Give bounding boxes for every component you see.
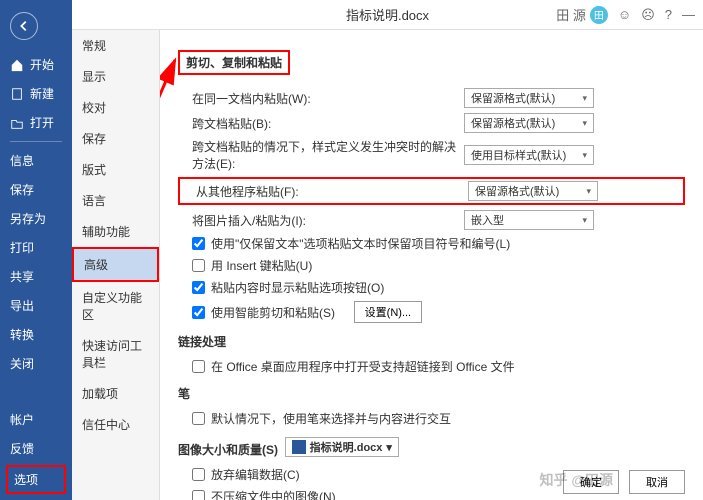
nav-new[interactable]: 新建 <box>0 79 72 108</box>
chk-smart-cut[interactable] <box>192 306 205 319</box>
ok-button[interactable]: 确定 <box>563 470 619 494</box>
cat-language[interactable]: 语言 <box>72 185 159 216</box>
settings-button[interactable]: 设置(N)... <box>354 301 422 323</box>
user-name[interactable]: 田 源田 <box>556 5 608 24</box>
nav-home[interactable]: 开始 <box>0 50 72 79</box>
lbl-cross-doc-conflict: 跨文档粘贴的情况下，样式定义发生冲突时的解决方法(E): <box>178 138 458 172</box>
chevron-down-icon: ▾ <box>582 118 587 129</box>
chevron-down-icon: ▾ <box>582 150 587 161</box>
cat-customize-ribbon[interactable]: 自定义功能区 <box>72 282 159 330</box>
nav-save[interactable]: 保存 <box>0 175 72 204</box>
nav-close[interactable]: 关闭 <box>0 349 72 378</box>
chevron-down-icon: ▾ <box>582 215 587 226</box>
chk-show-options[interactable] <box>192 281 205 294</box>
face-icon[interactable]: ☺ <box>618 7 631 22</box>
sel-cross-doc-conflict[interactable]: 使用目标样式(默认)▾ <box>464 145 594 165</box>
cat-save[interactable]: 保存 <box>72 123 159 154</box>
sel-other-programs[interactable]: 保留源格式(默认)▾ <box>468 181 598 201</box>
nav-info[interactable]: 信息 <box>0 146 72 175</box>
nav-feedback[interactable]: 反馈 <box>0 434 72 463</box>
nav-open[interactable]: 打开 <box>0 108 72 137</box>
titlebar: 指标说明.docx 田 源田 ☺ ☹ ? — <box>72 0 703 30</box>
cat-trust[interactable]: 信任中心 <box>72 409 159 440</box>
cat-addins[interactable]: 加载项 <box>72 378 159 409</box>
chk-insert-paste[interactable] <box>192 259 205 272</box>
chk-office-links[interactable] <box>192 360 205 373</box>
chk-pen-select[interactable] <box>192 412 205 425</box>
nav-options[interactable]: 选项 <box>6 465 66 494</box>
minimize-icon[interactable]: — <box>682 7 695 22</box>
nav-transform[interactable]: 转换 <box>0 320 72 349</box>
word-icon <box>292 440 306 454</box>
nav-share[interactable]: 共享 <box>0 262 72 291</box>
chevron-down-icon: ▾ <box>582 93 587 104</box>
backstage-nav: 开始 新建 打开 信息 保存 另存为 打印 共享 导出 转换 关闭 帐户 反馈 … <box>0 0 72 500</box>
sel-within-doc[interactable]: 保留源格式(默认)▾ <box>464 88 594 108</box>
avatar: 田 <box>590 6 608 24</box>
settings-panel: 剪切、复制和粘贴 在同一文档内粘贴(W): 保留源格式(默认)▾ 跨文档粘贴(B… <box>160 30 703 500</box>
cat-accessibility[interactable]: 辅助功能 <box>72 216 159 247</box>
options-categories: 常规 显示 校对 保存 版式 语言 辅助功能 高级 自定义功能区 快速访问工具栏… <box>72 30 160 500</box>
nav-account[interactable]: 帐户 <box>0 405 72 434</box>
nav-print[interactable]: 打印 <box>0 233 72 262</box>
lbl-insert-pic: 将图片插入/粘贴为(I): <box>178 212 458 229</box>
doc-title: 指标说明.docx <box>346 5 429 24</box>
chk-discard-edit[interactable] <box>192 468 205 481</box>
question-icon[interactable]: ? <box>665 7 672 22</box>
nav-saveas[interactable]: 另存为 <box>0 204 72 233</box>
cat-proofing[interactable]: 校对 <box>72 92 159 123</box>
lbl-within-doc: 在同一文档内粘贴(W): <box>178 90 458 107</box>
section-link-handling: 链接处理 <box>178 333 685 350</box>
img-doc-dropdown[interactable]: 指标说明.docx ▾ <box>285 437 399 457</box>
chk-no-compress[interactable] <box>192 490 205 500</box>
sel-insert-pic[interactable]: 嵌入型▾ <box>464 210 594 230</box>
chevron-down-icon: ▾ <box>586 186 591 197</box>
cat-display[interactable]: 显示 <box>72 61 159 92</box>
nav-export[interactable]: 导出 <box>0 291 72 320</box>
cat-general[interactable]: 常规 <box>72 30 159 61</box>
lbl-cross-doc: 跨文档粘贴(B): <box>178 115 458 132</box>
cancel-button[interactable]: 取消 <box>629 470 685 494</box>
sel-cross-doc[interactable]: 保留源格式(默认)▾ <box>464 113 594 133</box>
help-icon[interactable]: ☹ <box>641 7 655 23</box>
lbl-other-programs: 从其他程序粘贴(F): <box>182 183 462 200</box>
cat-advanced[interactable]: 高级 <box>72 247 159 282</box>
chk-keep-bullets[interactable] <box>192 237 205 250</box>
cat-qat[interactable]: 快速访问工具栏 <box>72 330 159 378</box>
section-cut-copy-paste: 剪切、复制和粘贴 <box>178 50 290 75</box>
back-button[interactable] <box>10 12 38 40</box>
section-pen: 笔 <box>178 385 685 402</box>
cat-layout[interactable]: 版式 <box>72 154 159 185</box>
section-image-size: 图像大小和质量(S) 指标说明.docx ▾ <box>178 437 685 458</box>
